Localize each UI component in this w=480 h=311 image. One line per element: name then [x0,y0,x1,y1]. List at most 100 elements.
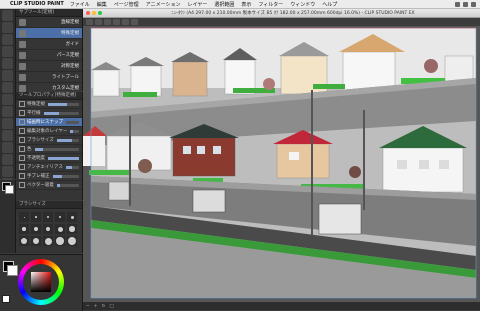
checkbox[interactable] [19,137,25,143]
gradient-icon[interactable] [2,166,13,177]
undo-icon[interactable] [113,19,120,25]
brush-size-preset[interactable] [55,236,65,246]
checkbox[interactable] [19,101,25,107]
property-slider[interactable] [52,174,79,178]
battery-icon[interactable] [463,1,468,7]
checkbox[interactable] [19,119,25,125]
property-row[interactable]: 色 [16,145,82,154]
menu-selection[interactable]: 選択範囲 [214,1,234,8]
property-row[interactable]: 手ブレ補正 [16,172,82,181]
sub-tool-item[interactable]: ライトブール [16,72,82,83]
zoom-in-icon[interactable] [131,19,138,25]
brush-icon[interactable] [2,94,13,105]
fit-icon[interactable]: □ [109,304,113,309]
brush-size-preset[interactable] [31,224,41,234]
property-row[interactable]: ブラシサイズ [16,136,82,145]
property-row[interactable]: 平行線 [16,109,82,118]
minimize-button[interactable] [92,11,96,15]
checkbox[interactable] [19,155,25,161]
brush-size-preset[interactable] [43,236,53,246]
property-row[interactable]: ベクター吸着 [16,181,82,190]
sub-tool-label: ライトブール [52,75,79,80]
operation-icon[interactable] [2,34,13,45]
menu-window[interactable]: ウィンドウ [290,1,315,8]
brush-size-preset[interactable] [67,212,77,222]
app-name[interactable]: CLIP STUDIO PAINT [10,1,64,7]
eyedropper-icon[interactable] [2,58,13,69]
sub-color[interactable] [7,265,18,276]
rotate-icon[interactable]: ↻ [102,304,106,309]
checkbox[interactable] [19,164,25,170]
checkbox[interactable] [19,128,25,134]
checkbox[interactable] [19,173,25,179]
property-slider[interactable] [66,120,79,124]
property-row[interactable]: 描画時にスナップ [16,118,82,127]
menu-layer[interactable]: レイヤー [187,1,207,8]
checkbox[interactable] [19,146,25,152]
color-wheel[interactable] [18,259,64,305]
new-icon[interactable] [86,19,93,25]
saturation-value-square[interactable] [31,272,51,292]
save-icon[interactable] [104,19,111,25]
canvas[interactable] [83,26,480,302]
sub-color-swatch[interactable] [5,185,14,194]
airbrush-icon[interactable] [2,106,13,117]
brush-size-preset[interactable] [19,224,29,234]
brush-size-preset[interactable] [43,212,53,222]
property-slider[interactable] [48,102,79,106]
sub-tool-item[interactable]: 直線定規 [16,17,82,28]
move-icon[interactable] [2,22,13,33]
blend-icon[interactable] [2,142,13,153]
select-icon[interactable] [2,46,13,57]
property-slider[interactable] [43,111,79,115]
brush-size-preset[interactable] [19,236,29,246]
sub-tool-item[interactable]: 対称定規 [16,61,82,72]
close-button[interactable] [86,11,90,15]
property-slider[interactable] [56,183,79,187]
open-icon[interactable] [95,19,102,25]
menu-edit[interactable]: 編集 [97,1,107,8]
decoration-icon[interactable] [2,118,13,129]
property-slider[interactable] [48,156,79,160]
menu-filter[interactable]: フィルター [258,1,283,8]
brush-size-preset[interactable] [67,224,77,234]
ruler-icon [19,18,26,26]
property-slider[interactable] [56,138,79,142]
brush-size-preset[interactable] [31,236,41,246]
property-slider[interactable] [65,165,79,169]
pencil-icon[interactable] [2,82,13,93]
property-row[interactable]: 編集対象のレイヤー [16,127,82,136]
brush-size-preset[interactable] [55,224,65,234]
zoom-in-icon[interactable]: + [94,304,98,309]
menu-file[interactable]: ファイル [70,1,90,8]
brush-size-preset[interactable] [43,224,53,234]
property-row[interactable]: 特殊定規 [16,100,82,109]
search-icon[interactable] [471,1,476,7]
property-row[interactable]: 不透明度 [16,154,82,163]
zoom-out-icon[interactable]: − [86,304,90,309]
wifi-icon[interactable] [455,1,460,7]
sub-tool-item[interactable]: 特殊定規 [16,28,82,39]
property-slider[interactable] [70,129,79,133]
sub-tool-item[interactable]: パース定規 [16,50,82,61]
redo-icon[interactable] [122,19,129,25]
brush-size-preset[interactable] [67,236,77,246]
zoom-icon[interactable] [2,10,13,21]
property-row[interactable]: アンチエイリアス [16,163,82,172]
transparent-color[interactable] [2,295,10,303]
brush-size-preset[interactable] [19,212,29,222]
zoom-button[interactable] [98,11,102,15]
menu-animation[interactable]: アニメーション [146,1,181,8]
pen-icon[interactable] [2,70,13,81]
checkbox[interactable] [19,182,25,188]
menu-help[interactable]: ヘルプ [322,1,337,8]
brush-size-preset[interactable] [55,212,65,222]
menu-view[interactable]: 表示 [241,1,251,8]
brush-size-preset[interactable] [31,212,41,222]
eraser-icon[interactable] [2,130,13,141]
sub-tool-item[interactable]: ガイド [16,39,82,50]
property-slider[interactable] [34,147,79,151]
menu-page[interactable]: ページ管理 [114,1,139,8]
checkbox[interactable] [19,110,25,116]
fill-icon[interactable] [2,154,13,165]
